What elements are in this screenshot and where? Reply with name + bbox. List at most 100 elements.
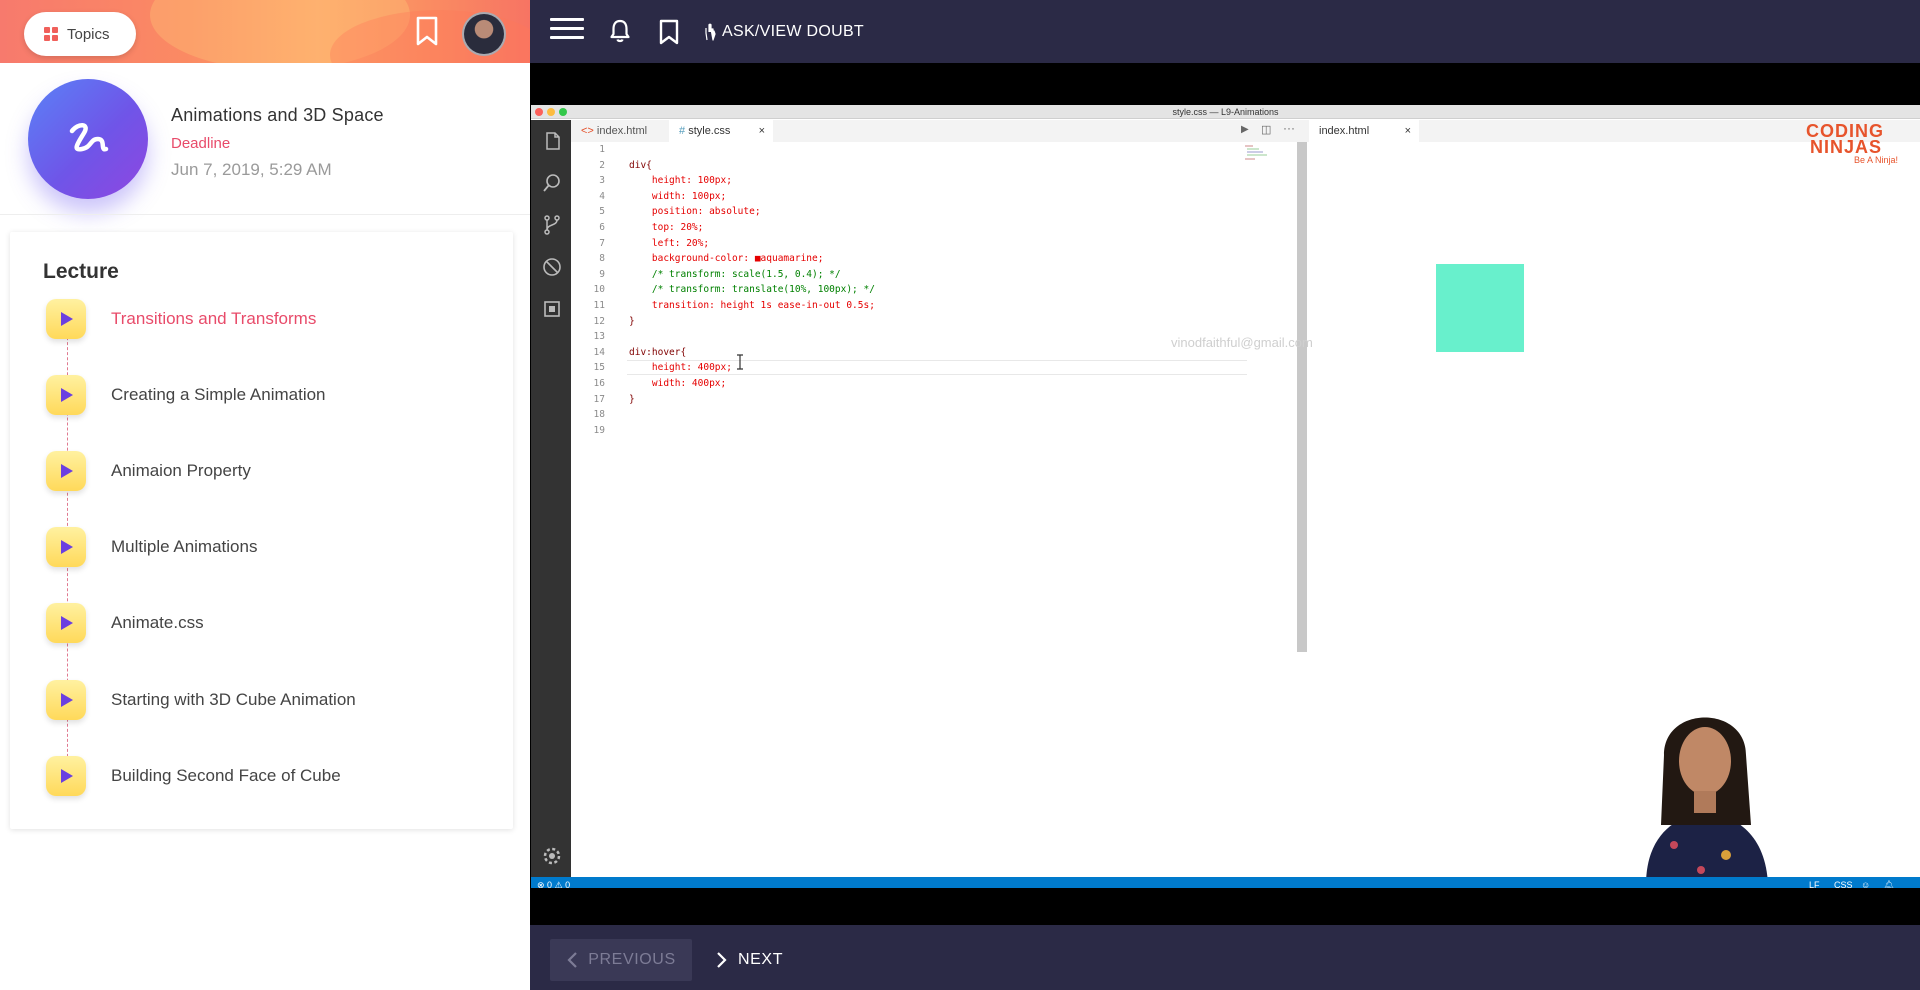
- line-number: 19: [593, 424, 605, 436]
- line-number: 18: [593, 409, 605, 421]
- lecture-sidebar: Topics Animations and 3D Space Deadline …: [0, 0, 530, 990]
- lecture-list-card: Lecture Transitions and Transforms Creat…: [10, 232, 513, 829]
- lecture-item-label: Creating a Simple Animation: [111, 385, 326, 404]
- previous-button[interactable]: PREVIOUS: [550, 939, 692, 981]
- next-label: NEXT: [738, 951, 784, 968]
- bookmark-icon[interactable]: [414, 16, 440, 46]
- menu-icon[interactable]: [550, 18, 584, 42]
- animated-div: [1436, 264, 1524, 352]
- line-number: 2: [599, 159, 605, 171]
- course-info: Animations and 3D Space Deadline Jun 7, …: [0, 63, 530, 215]
- html-file-icon: <>: [581, 125, 594, 137]
- code-line: }: [629, 393, 635, 405]
- search-icon: [543, 174, 560, 192]
- lecture-item[interactable]: Starting with 3D Cube Animation: [10, 673, 513, 733]
- line-number: 1: [599, 144, 605, 155]
- eol-indicator: LF: [1809, 880, 1820, 888]
- extensions-icon: [544, 301, 560, 317]
- line-number: 7: [599, 237, 605, 249]
- lecture-item-label: Animaion Property: [111, 461, 251, 480]
- hand-icon: [705, 23, 716, 41]
- tab-index-html[interactable]: <> index.html: [571, 120, 669, 142]
- play-icon: [46, 756, 86, 796]
- run-icon: ▶: [1241, 124, 1249, 135]
- line-number: 8: [599, 253, 605, 265]
- code-line: background-color: ■aquamarine;: [629, 253, 824, 265]
- close-icon: ×: [1404, 125, 1411, 137]
- divider: [0, 214, 530, 215]
- avatar[interactable]: [462, 12, 506, 56]
- language-indicator: CSS: [1834, 880, 1853, 888]
- code-line: transition: height 1s ease-in-out 0.5s;: [629, 300, 875, 311]
- bottom-navigation: PREVIOUS NEXT: [530, 925, 1920, 990]
- lecture-item-label: Building Second Face of Cube: [111, 766, 341, 785]
- lecture-item-label: Multiple Animations: [111, 537, 258, 556]
- code-line: /* transform: scale(1.5, 0.4); */: [629, 268, 841, 280]
- code-line: height: 400px;: [629, 362, 732, 374]
- code-line: height: 100px;: [629, 175, 732, 187]
- code-line: top: 20%;: [629, 222, 704, 233]
- presenter-image: [1646, 717, 1768, 885]
- status-bar: ⊗ 0 ⚠ 0 LF CSS ☺ 🔔︎: [531, 877, 1920, 888]
- text-cursor-icon: [737, 354, 743, 370]
- problems-indicator: ⊗ 0 ⚠ 0: [537, 880, 571, 888]
- tab-label: index.html: [1319, 125, 1370, 137]
- lecture-video[interactable]: style.css — L9-Animations <> index.html: [531, 105, 1920, 888]
- svg-text:Be A Ninja!: Be A Ninja!: [1854, 155, 1898, 165]
- lecture-item-label: Transitions and Transforms: [111, 309, 317, 328]
- line-number: 17: [593, 393, 605, 405]
- course-logo: [28, 79, 148, 199]
- line-number: 10: [593, 284, 605, 296]
- chevron-left-icon: [567, 952, 578, 968]
- tab-preview-index-html[interactable]: index.html ×: [1309, 120, 1419, 142]
- line-number: 6: [599, 222, 605, 233]
- lecture-item[interactable]: Animaion Property: [10, 444, 513, 504]
- sidebar-header: Topics: [0, 0, 530, 63]
- tab-label: index.html: [596, 125, 648, 137]
- code-editor: 1 2 3 4 5 6 7 8 9 10 11 12 13 14 15 16 1…: [571, 142, 1309, 877]
- top-toolbar: ASK/VIEW DOUBT: [530, 0, 1920, 63]
- ask-doubt-button[interactable]: ASK/VIEW DOUBT: [704, 20, 864, 44]
- bookmark-icon[interactable]: [658, 19, 680, 45]
- gear-icon: [543, 847, 561, 865]
- lecture-heading: Lecture: [43, 260, 119, 283]
- files-icon: [546, 132, 560, 150]
- play-icon: [46, 680, 86, 720]
- bell-icon[interactable]: [608, 18, 632, 44]
- bell-icon: 🔔︎: [1883, 880, 1895, 888]
- split-editor-icon: ◫: [1261, 124, 1272, 136]
- line-number: 3: [599, 175, 605, 187]
- lecture-item[interactable]: Multiple Animations: [10, 520, 513, 580]
- tab-style-css[interactable]: # style.css ×: [669, 120, 773, 142]
- line-number: 15: [593, 362, 605, 374]
- line-number: 12: [593, 315, 605, 327]
- next-button[interactable]: NEXT: [710, 939, 800, 981]
- play-icon: [46, 527, 86, 567]
- lecture-item[interactable]: Creating a Simple Animation: [10, 368, 513, 428]
- code-line: width: 100px;: [629, 190, 727, 202]
- source-control-icon: [544, 215, 560, 235]
- editor-scrollbar[interactable]: [1297, 142, 1307, 652]
- lecture-item[interactable]: Animate.css: [10, 596, 513, 656]
- tab-label: style.css: [688, 125, 731, 137]
- deadline-date: Jun 7, 2019, 5:29 AM: [171, 160, 332, 179]
- minimap: [1245, 145, 1267, 160]
- css-file-icon: #: [679, 125, 686, 137]
- coding-ninjas-logo: CODING NINJAS Be A Ninja!: [1806, 121, 1898, 165]
- line-number: 11: [593, 300, 605, 311]
- topics-button[interactable]: Topics: [24, 12, 136, 56]
- code-line: }: [629, 315, 635, 327]
- activity-bar: [531, 120, 571, 877]
- deadline-label: Deadline: [171, 135, 231, 152]
- lecture-item[interactable]: Transitions and Transforms: [10, 292, 513, 352]
- code-line: /* transform: translate(10%, 100px); */: [629, 284, 875, 296]
- content-area: ASK/VIEW DOUBT style.css — L9-Animations: [530, 0, 1920, 990]
- code-line: position: absolute;: [629, 206, 761, 218]
- lecture-item-label: Animate.css: [111, 613, 204, 632]
- maximize-dot-icon: [559, 108, 567, 116]
- lecture-item[interactable]: Building Second Face of Cube: [10, 749, 513, 809]
- lecture-item-label: Starting with 3D Cube Animation: [111, 690, 356, 709]
- course-glyph-icon: [69, 123, 109, 152]
- course-title: Animations and 3D Space: [171, 105, 384, 125]
- window-title: style.css — L9-Animations: [1172, 107, 1279, 117]
